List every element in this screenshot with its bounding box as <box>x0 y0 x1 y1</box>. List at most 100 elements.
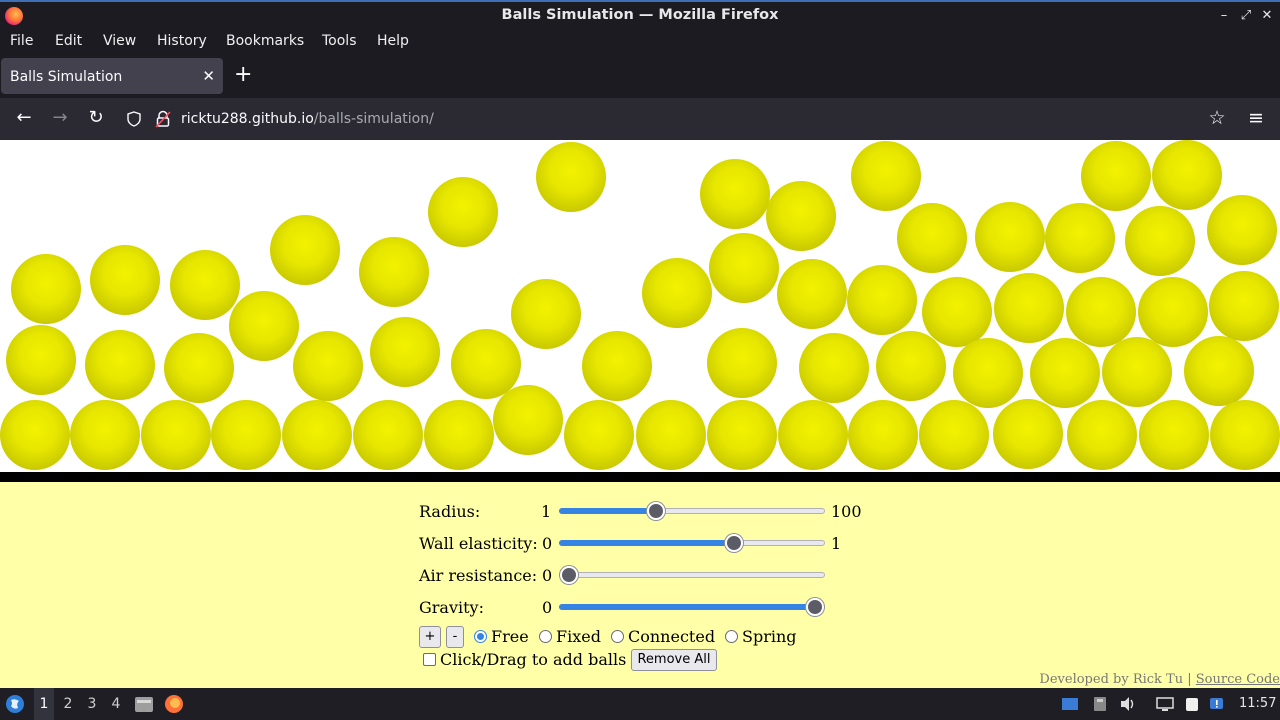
radius-slider[interactable] <box>559 502 825 520</box>
menu-history[interactable]: History <box>157 33 207 49</box>
ball[interactable] <box>1210 400 1280 470</box>
ball[interactable] <box>536 142 606 212</box>
tab-close-icon[interactable]: ✕ <box>202 67 215 85</box>
ball[interactable] <box>511 279 581 349</box>
storage-tray-icon[interactable] <box>1091 696 1109 712</box>
menu-tools[interactable]: Tools <box>322 33 357 49</box>
maximize-button[interactable]: ⤢ <box>1238 8 1254 23</box>
mode-spring-label[interactable]: Spring <box>742 627 797 646</box>
gravity-slider[interactable] <box>559 598 825 616</box>
ball[interactable] <box>564 400 634 470</box>
gravity-slider-thumb[interactable] <box>806 598 824 616</box>
ball[interactable] <box>370 317 440 387</box>
source-code-link[interactable]: Source Code <box>1196 672 1280 687</box>
ball[interactable] <box>164 333 234 403</box>
add-ball-button[interactable]: + <box>419 626 441 648</box>
ball[interactable] <box>424 400 494 470</box>
workspace-1[interactable]: 1 <box>34 688 54 720</box>
ball[interactable] <box>90 245 160 315</box>
ball[interactable] <box>919 400 989 470</box>
ball[interactable] <box>582 331 652 401</box>
ball[interactable] <box>642 258 712 328</box>
ball[interactable] <box>1067 400 1137 470</box>
workspace-4[interactable]: 4 <box>106 696 126 712</box>
ball[interactable] <box>993 399 1063 469</box>
network-tray-icon[interactable] <box>1156 696 1174 712</box>
radius-slider-thumb[interactable] <box>647 502 665 520</box>
tab-balls-simulation[interactable]: Balls Simulation ✕ <box>1 58 223 94</box>
menu-bookmarks[interactable]: Bookmarks <box>226 33 304 49</box>
ball[interactable] <box>11 254 81 324</box>
start-menu-icon[interactable] <box>5 694 25 714</box>
ball[interactable] <box>922 277 992 347</box>
url-bar[interactable]: ricktu288.github.io/balls-simulation/ <box>118 102 1238 136</box>
shield-icon[interactable] <box>126 111 142 127</box>
ball[interactable] <box>428 177 498 247</box>
mode-spring-radio[interactable] <box>725 630 738 643</box>
ball[interactable] <box>1184 336 1254 406</box>
click-add-checkbox[interactable] <box>423 653 436 666</box>
ball[interactable] <box>847 265 917 335</box>
ball[interactable] <box>1030 338 1100 408</box>
ball[interactable] <box>229 291 299 361</box>
ball[interactable] <box>707 400 777 470</box>
ball[interactable] <box>994 273 1064 343</box>
volume-icon[interactable] <box>1119 696 1137 712</box>
ball[interactable] <box>848 400 918 470</box>
ball[interactable] <box>70 400 140 470</box>
wall-elasticity-slider-thumb[interactable] <box>725 534 743 552</box>
ball[interactable] <box>1081 141 1151 211</box>
ball[interactable] <box>953 338 1023 408</box>
remove-ball-button[interactable]: - <box>446 626 464 648</box>
ball[interactable] <box>1125 206 1195 276</box>
menu-edit[interactable]: Edit <box>55 33 82 49</box>
ball[interactable] <box>851 141 921 211</box>
ball[interactable] <box>85 330 155 400</box>
ball[interactable] <box>1209 271 1279 341</box>
display-tray-icon[interactable] <box>1061 696 1079 712</box>
ball[interactable] <box>293 331 363 401</box>
ball[interactable] <box>700 159 770 229</box>
ball[interactable] <box>1066 277 1136 347</box>
minimize-button[interactable]: – <box>1216 8 1232 23</box>
ball[interactable] <box>1045 203 1115 273</box>
clipboard-tray-icon[interactable] <box>1183 696 1201 712</box>
ball[interactable] <box>709 233 779 303</box>
ball[interactable] <box>270 215 340 285</box>
ball[interactable] <box>359 237 429 307</box>
workspace-3[interactable]: 3 <box>82 696 102 712</box>
air-resistance-slider[interactable] <box>559 566 825 584</box>
mode-free-radio[interactable] <box>474 630 487 643</box>
mode-fixed-label[interactable]: Fixed <box>556 627 601 646</box>
mode-connected-label[interactable]: Connected <box>628 627 715 646</box>
ball[interactable] <box>1138 277 1208 347</box>
ball[interactable] <box>876 331 946 401</box>
firefox-taskbar-icon[interactable] <box>164 694 184 714</box>
ball[interactable] <box>141 400 211 470</box>
back-button[interactable]: ← <box>12 107 36 128</box>
ball[interactable] <box>6 325 76 395</box>
click-add-label[interactable]: Click/Drag to add balls <box>440 650 626 669</box>
notification-tray-icon[interactable] <box>1208 696 1226 712</box>
ball[interactable] <box>493 385 563 455</box>
ball[interactable] <box>897 203 967 273</box>
mode-free-label[interactable]: Free <box>491 627 529 646</box>
ball[interactable] <box>1102 337 1172 407</box>
ball[interactable] <box>636 400 706 470</box>
workspace-2[interactable]: 2 <box>58 696 78 712</box>
mode-fixed-radio[interactable] <box>539 630 552 643</box>
simulation-canvas[interactable] <box>0 140 1280 472</box>
remove-all-button[interactable]: Remove All <box>631 649 717 671</box>
ball[interactable] <box>766 181 836 251</box>
ball[interactable] <box>1139 400 1209 470</box>
ball[interactable] <box>1152 140 1222 210</box>
ball[interactable] <box>799 333 869 403</box>
reload-button[interactable]: ↻ <box>84 107 108 128</box>
app-menu-button[interactable]: ≡ <box>1244 107 1268 129</box>
ball[interactable] <box>0 400 70 470</box>
menu-file[interactable]: File <box>10 33 33 49</box>
ball[interactable] <box>1207 195 1277 265</box>
menu-view[interactable]: View <box>103 33 136 49</box>
ball[interactable] <box>211 400 281 470</box>
ball[interactable] <box>975 202 1045 272</box>
